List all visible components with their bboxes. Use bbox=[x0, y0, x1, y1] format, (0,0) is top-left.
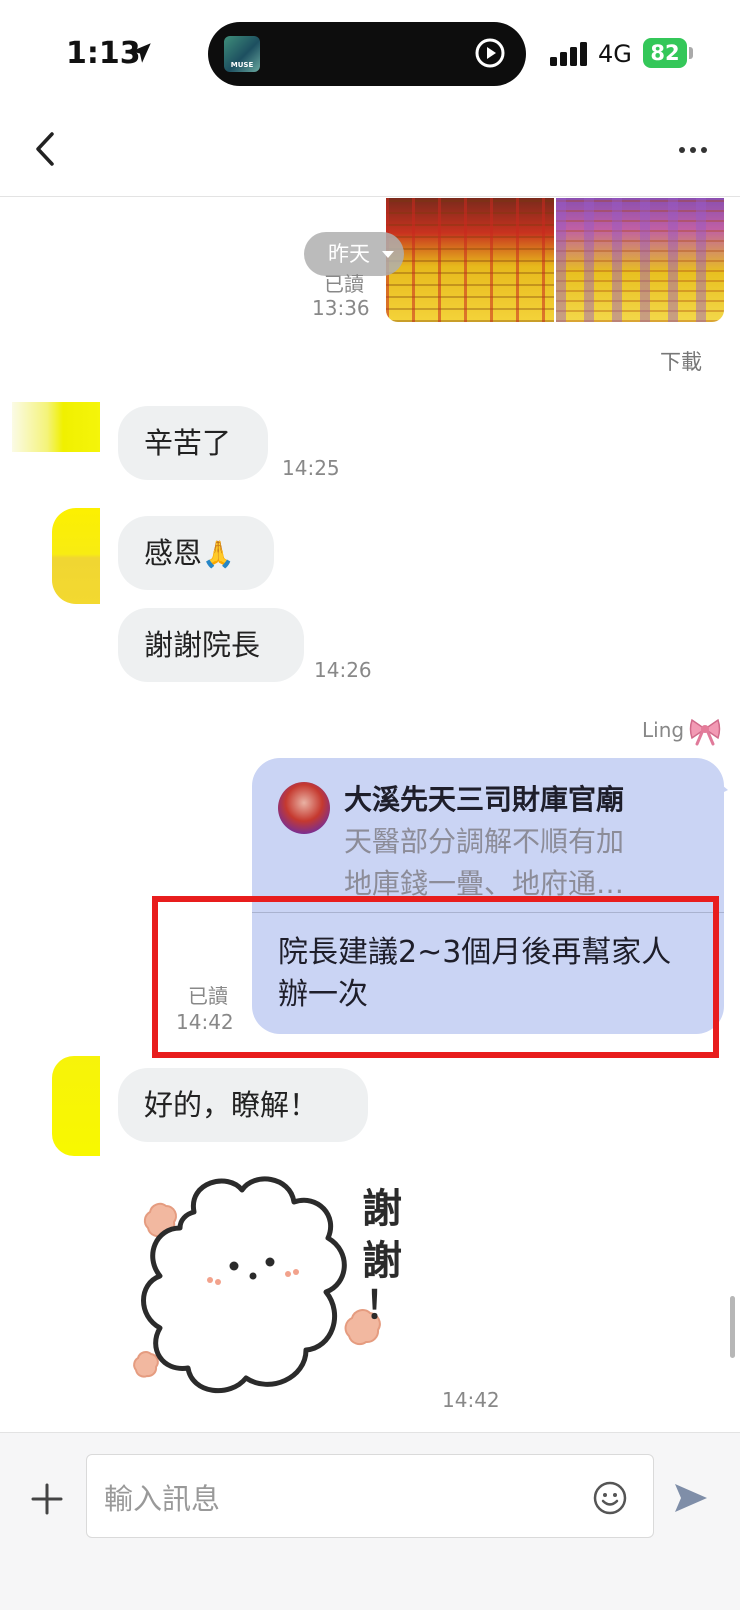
read-receipt: 已讀 bbox=[324, 272, 364, 296]
download-link[interactable]: 下載 bbox=[660, 346, 702, 376]
more-horizontal-icon[interactable] bbox=[678, 144, 708, 156]
bubble-tail bbox=[716, 780, 728, 796]
network-type: 4G bbox=[598, 40, 632, 68]
incoming-message[interactable]: 好的，瞭解！ bbox=[118, 1068, 368, 1142]
sticker-text: 謝 bbox=[362, 1238, 402, 1284]
scrollbar-thumb[interactable] bbox=[730, 1296, 735, 1358]
highlight-annotation bbox=[152, 896, 719, 1058]
incoming-message[interactable]: 謝謝院長 bbox=[118, 608, 304, 682]
avatar[interactable] bbox=[52, 1056, 100, 1156]
now-playing-artwork[interactable]: MUSE bbox=[224, 36, 260, 72]
quoted-text-line[interactable]: 天醫部分調解不順有加 bbox=[344, 820, 624, 860]
avatar[interactable] bbox=[12, 402, 100, 452]
chevron-left-icon[interactable] bbox=[30, 128, 60, 170]
chevron-down-icon bbox=[382, 251, 394, 258]
smiley-icon[interactable] bbox=[592, 1480, 628, 1516]
header-divider bbox=[0, 196, 740, 197]
location-arrow-icon bbox=[131, 43, 151, 63]
send-icon[interactable] bbox=[672, 1480, 710, 1516]
quoted-message-avatar bbox=[278, 782, 330, 834]
sticker-text: 謝 bbox=[362, 1186, 402, 1232]
battery-indicator: 82 bbox=[643, 38, 687, 68]
avatar[interactable] bbox=[52, 508, 100, 604]
message-time: 14:42 bbox=[442, 1388, 500, 1412]
message-time: 14:26 bbox=[314, 658, 372, 682]
quoted-sender[interactable]: 大溪先天三司財庫官廟 bbox=[344, 778, 624, 818]
photo-thumbnail[interactable] bbox=[556, 198, 724, 322]
sticker-text: ！ bbox=[365, 1283, 403, 1327]
sticker[interactable]: 謝 謝 ！ bbox=[130, 1172, 430, 1412]
pray-emoji: 🙏 bbox=[202, 540, 235, 570]
sender-name: Ling bbox=[642, 718, 685, 742]
signal-bars-icon bbox=[550, 42, 587, 66]
play-circle-icon[interactable] bbox=[474, 37, 506, 69]
message-time: 14:25 bbox=[282, 456, 340, 480]
incoming-message[interactable]: 辛苦了 bbox=[118, 406, 268, 480]
plus-icon[interactable] bbox=[30, 1482, 64, 1516]
photo-thumbnail[interactable] bbox=[386, 198, 554, 322]
incoming-message[interactable]: 感恩🙏 bbox=[118, 516, 274, 590]
message-input-placeholder[interactable]: 輸入訊息 bbox=[104, 1476, 220, 1518]
message-time: 13:36 bbox=[312, 296, 370, 320]
battery-tip bbox=[689, 47, 693, 59]
ribbon-icon bbox=[689, 718, 721, 746]
